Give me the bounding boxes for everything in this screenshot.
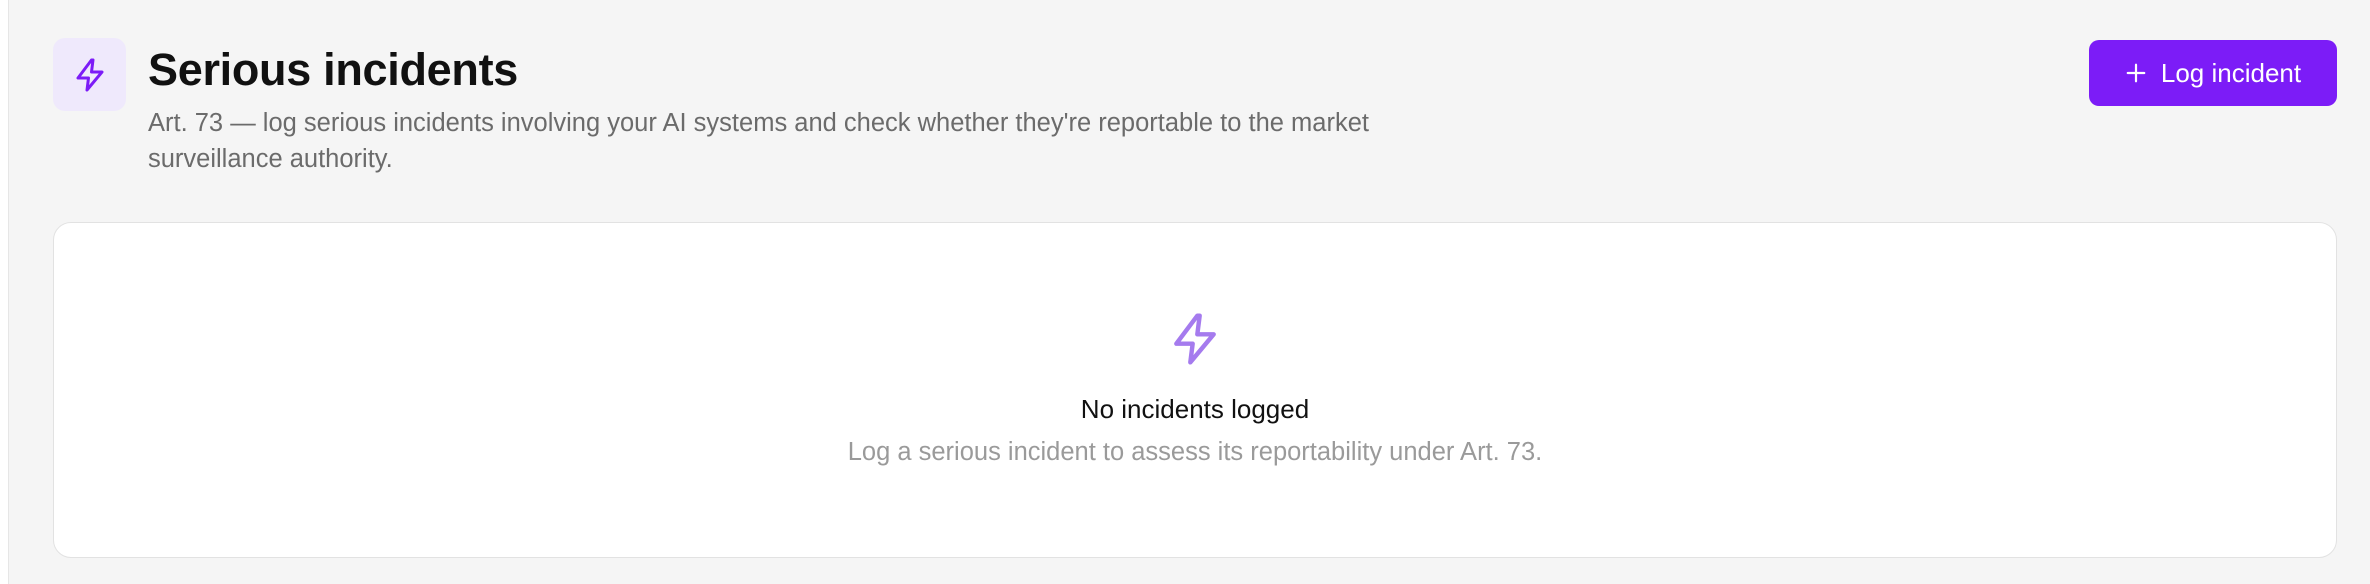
lightning-bolt-icon <box>1174 313 1216 365</box>
log-incident-label: Log incident <box>2160 57 2302 88</box>
log-incident-button[interactable]: Log incident <box>2089 40 2337 106</box>
page-header: Serious incidents Art. 73 — log serious … <box>53 38 2337 178</box>
header-icon-tile <box>53 38 126 111</box>
lightning-bolt-icon <box>76 58 103 91</box>
page-subtitle: Art. 73 — log serious incidents involvin… <box>148 109 1369 173</box>
empty-state-description: Log a serious incident to assess its rep… <box>847 438 1543 466</box>
sidebar-edge <box>0 0 9 584</box>
empty-state-title: No incidents logged <box>1080 394 1310 424</box>
incidents-empty-state: No incidents logged Log a serious incide… <box>53 222 2337 558</box>
plus-icon <box>2126 63 2146 83</box>
page-title: Serious incidents <box>148 44 518 95</box>
